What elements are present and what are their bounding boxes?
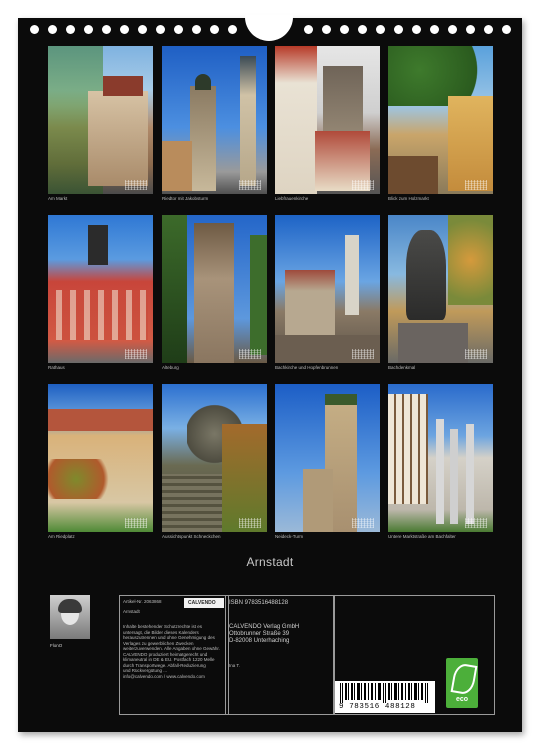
binding-hole	[466, 25, 475, 34]
photo-bachdenkmal	[388, 215, 493, 363]
binding-hole	[228, 25, 237, 34]
photo-alteburg	[162, 215, 267, 363]
rights-holder: Ina T.	[229, 663, 240, 668]
photo-liebfrauenkirche	[275, 46, 380, 194]
publisher-address: CALVENDO Verlag GmbH Ottobrunner Straße …	[229, 624, 300, 644]
isbn: ISBN 9783516488128	[229, 600, 289, 606]
photo-holzmarkt	[388, 46, 493, 194]
photo-bachkirche	[275, 215, 380, 363]
binding-hole	[30, 25, 39, 34]
photo-marktstrasse	[388, 384, 493, 532]
article-number: Artikel-Nr. 2063868	[123, 599, 162, 604]
author-name: FlonO	[50, 643, 63, 648]
article-info-box: Artikel-Nr. 2063868 Arnstadt CALVENDO In…	[119, 595, 229, 715]
photo-caption: Blick zum Holzmarkt	[388, 196, 429, 201]
photo-caption: Rathaus	[48, 365, 65, 370]
calendar-name: Arnstadt	[123, 609, 140, 614]
photo-caption: Aussichtspunkt Schneckchen	[162, 534, 221, 539]
photo-riedtor	[162, 46, 267, 194]
binding-hole	[84, 25, 93, 34]
photo-am-riedplatz	[48, 384, 153, 532]
photo-schneckchen	[162, 384, 267, 532]
photo-caption: Liebfrauenkirche	[275, 196, 309, 201]
binding-hole	[66, 25, 75, 34]
binding-hole	[48, 25, 57, 34]
binding-hole	[430, 25, 439, 34]
binding-hole	[448, 25, 457, 34]
photo-am-markt	[48, 46, 153, 194]
binding-hole	[484, 25, 493, 34]
photo-caption: Bachdenkmal	[388, 365, 416, 370]
calendar-title: Arnstadt	[246, 555, 294, 569]
binding-hole	[322, 25, 331, 34]
photo-caption: Alteburg	[162, 365, 179, 370]
binding-hole	[102, 25, 111, 34]
photo-caption: Riedtor mit Jakobsturm	[162, 196, 209, 201]
photo-caption: Bachkirche und Hopfenbrunnen	[275, 365, 339, 370]
photo-caption: Am Riedplatz	[48, 534, 75, 539]
binding-hole	[210, 25, 219, 34]
photo-caption: Untere Marktstraße am Bachfalter	[388, 534, 456, 539]
binding-hole	[138, 25, 147, 34]
photo-neideck-turm	[275, 384, 380, 532]
binding-hole	[340, 25, 349, 34]
leaf-icon	[450, 662, 478, 696]
photo-caption: Am Markt	[48, 196, 68, 201]
binding-hole	[376, 25, 385, 34]
binding-hole	[412, 25, 421, 34]
barcode-bars	[340, 683, 428, 703]
barcode: 9 783516 488128	[335, 681, 435, 713]
binding-hole	[394, 25, 403, 34]
binding-hole	[120, 25, 129, 34]
calvendo-logo: CALVENDO	[184, 598, 224, 608]
copyright-notice: Inhalte bestehender Schutzrechte ist es …	[123, 624, 220, 679]
binding-hole	[192, 25, 201, 34]
binding-hole	[304, 25, 313, 34]
publisher-info-box: ISBN 9783516488128 CALVENDO Verlag GmbH …	[225, 595, 335, 715]
photo-rathaus	[48, 215, 153, 363]
binding-hole	[502, 25, 511, 34]
binding-hole	[156, 25, 165, 34]
eco-label: eco	[446, 658, 478, 708]
author-photo	[50, 595, 90, 639]
calendar-back-page: Am Markt Riedtor mit Jakobsturm Liebfrau…	[18, 15, 522, 732]
binding-hole	[174, 25, 183, 34]
binding-hole	[358, 25, 367, 34]
barcode-digits: 9 783516 488128	[339, 703, 416, 711]
photo-caption: Neideck-Turm	[275, 534, 304, 539]
hanger-cutout	[245, 15, 293, 41]
